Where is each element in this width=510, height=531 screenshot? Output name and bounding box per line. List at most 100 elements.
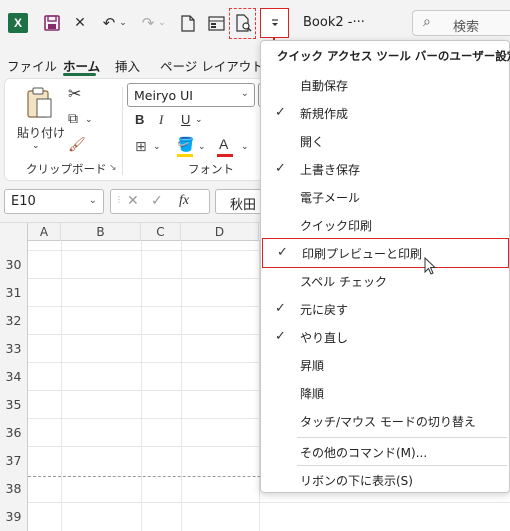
menu-item-label: タッチ/マウス モードの切り替え (300, 415, 476, 429)
format-painter-icon[interactable]: 🖌 (68, 137, 86, 153)
row-header[interactable]: 31 (0, 279, 28, 307)
menu-item-label: その他のコマンド(M)... (300, 446, 428, 460)
copy-icon[interactable]: ⧉ (68, 111, 78, 127)
cancel-icon[interactable]: ✕ (127, 193, 139, 209)
menu-item-label: クイック印刷 (300, 219, 373, 233)
borders-dropdown-icon[interactable]: ⌄ (153, 142, 161, 152)
fill-dropdown-icon[interactable]: ⌄ (198, 142, 206, 152)
check-icon: ✓ (277, 245, 288, 260)
grid-line (61, 241, 62, 531)
row-header[interactable]: 30 (0, 251, 28, 279)
print-preview-icon[interactable] (232, 11, 256, 35)
menu-item-label: 新規作成 (300, 107, 349, 121)
document-title: Book2 -··· (303, 15, 365, 30)
paste-label[interactable]: 貼り付け (17, 124, 65, 141)
menu-item-quick-print[interactable]: クイック印刷 (261, 211, 509, 239)
menu-item-undo[interactable]: ✓ 元に戻す (261, 295, 509, 323)
name-box[interactable]: E10 ⌄ (4, 189, 104, 214)
menu-item-label: スペル チェック (300, 275, 387, 289)
save-icon[interactable] (40, 11, 64, 35)
menu-item-new[interactable]: ✓ 新規作成 (261, 99, 509, 127)
menu-item-sort-descending[interactable]: 降順 (261, 379, 509, 407)
group-divider (122, 87, 123, 175)
column-header[interactable]: B (61, 223, 141, 241)
check-icon: ✓ (275, 161, 286, 176)
close-icon[interactable]: ✕ (68, 11, 92, 35)
menu-item-sort-ascending[interactable]: 昇順 (261, 351, 509, 379)
row-header[interactable]: 36 (0, 419, 28, 447)
borders-icon[interactable]: ⊞ (135, 139, 147, 155)
fill-color-icon[interactable]: 🪣 (177, 137, 194, 153)
bold-button[interactable]: B (135, 112, 144, 127)
search-icon: ⌕ (423, 14, 431, 30)
font-color-swatch (217, 154, 233, 157)
check-icon: ✓ (275, 105, 286, 120)
menu-item-autosave[interactable]: 自動保存 (261, 71, 509, 99)
menu-item-label: 上書き保存 (300, 163, 361, 177)
menu-item-email[interactable]: 電子メール (261, 183, 509, 211)
customize-qat-dropdown-button[interactable] (260, 8, 289, 38)
column-header[interactable]: D (181, 223, 259, 241)
font-color-icon[interactable]: A (219, 136, 228, 152)
menu-item-show-below-ribbon[interactable]: リボンの下に表示(S) (261, 466, 509, 494)
italic-button[interactable]: I (159, 112, 163, 128)
new-file-icon[interactable] (176, 11, 200, 35)
insert-function-icon[interactable]: fx (179, 193, 189, 209)
row-header[interactable]: 32 (0, 307, 28, 335)
menu-item-more-commands[interactable]: その他のコマンド(M)... (261, 438, 509, 466)
menu-item-print-preview[interactable]: ✓ 印刷プレビューと印刷 (262, 238, 509, 268)
grid-line (28, 502, 510, 503)
fill-color-swatch (177, 154, 193, 157)
search-box[interactable]: ⌕ 検索 (412, 10, 510, 36)
active-tab-indicator (63, 73, 96, 76)
menu-item-label: やり直し (300, 331, 349, 345)
row-header[interactable]: 39 (0, 503, 28, 531)
customize-qat-menu: クイック アクセス ツール バーのユーザー設定 自動保存 ✓ 新規作成 開く ✓… (260, 40, 510, 493)
font-group-label: フォント (188, 162, 234, 176)
underline-button[interactable]: U (181, 112, 190, 127)
column-header[interactable]: A (28, 223, 61, 241)
font-color-dropdown-icon[interactable]: ⌄ (241, 142, 249, 152)
paste-icon[interactable] (25, 87, 53, 122)
menu-item-redo[interactable]: ✓ やり直し (261, 323, 509, 351)
menu-item-label: 降順 (300, 387, 325, 401)
cut-icon[interactable]: ✂ (68, 84, 81, 103)
menu-item-label: 印刷プレビューと印刷 (302, 247, 423, 261)
menu-item-touch-mode[interactable]: タッチ/マウス モードの切り替え (261, 407, 509, 435)
menu-item-label: リボンの下に表示(S) (300, 474, 413, 488)
menu-item-open[interactable]: 開く (261, 127, 509, 155)
column-header[interactable]: C (141, 223, 181, 241)
more-options-icon: ⋮ (115, 195, 123, 204)
menu-item-spelling[interactable]: スペル チェック (261, 267, 509, 295)
row-header-partial (0, 241, 28, 251)
excel-logo-icon: X (8, 13, 28, 33)
tab-insert[interactable]: 挿入 (115, 56, 140, 75)
check-icon: ✓ (275, 301, 286, 316)
enter-icon[interactable]: ✓ (151, 193, 163, 209)
row-header[interactable]: 37 (0, 447, 28, 475)
name-box-value: E10 (11, 194, 36, 209)
grid-line (181, 241, 182, 531)
clipboard-launcher-icon[interactable]: ↘ (109, 163, 117, 173)
font-name-select[interactable]: Meiryo UI ⌄ (127, 83, 255, 107)
tab-file[interactable]: ファイル (7, 56, 57, 75)
copy-dropdown-icon[interactable]: ⌄ (85, 115, 93, 125)
select-all-corner[interactable] (0, 223, 28, 241)
undo-dropdown-icon[interactable]: ⌄ (117, 11, 129, 35)
redo-dropdown-icon[interactable]: ⌄ (156, 11, 168, 35)
tab-page-layout[interactable]: ページ レイアウト (160, 56, 264, 75)
menu-item-label: 自動保存 (300, 79, 349, 93)
underline-dropdown-icon[interactable]: ⌄ (195, 115, 203, 125)
menu-item-save[interactable]: ✓ 上書き保存 (261, 155, 509, 183)
form-icon[interactable] (204, 11, 228, 35)
menu-item-label: 元に戻す (300, 303, 349, 317)
mouse-cursor-icon (424, 257, 437, 275)
row-header[interactable]: 33 (0, 335, 28, 363)
row-header[interactable]: 35 (0, 391, 28, 419)
menu-item-label: 電子メール (300, 191, 361, 205)
row-header[interactable]: 38 (0, 475, 28, 503)
row-header[interactable]: 34 (0, 363, 28, 391)
formula-content: 秋田 (230, 198, 257, 213)
paste-dropdown-icon[interactable]: ⌄ (32, 141, 40, 151)
menu-item-label: 昇順 (300, 359, 325, 373)
